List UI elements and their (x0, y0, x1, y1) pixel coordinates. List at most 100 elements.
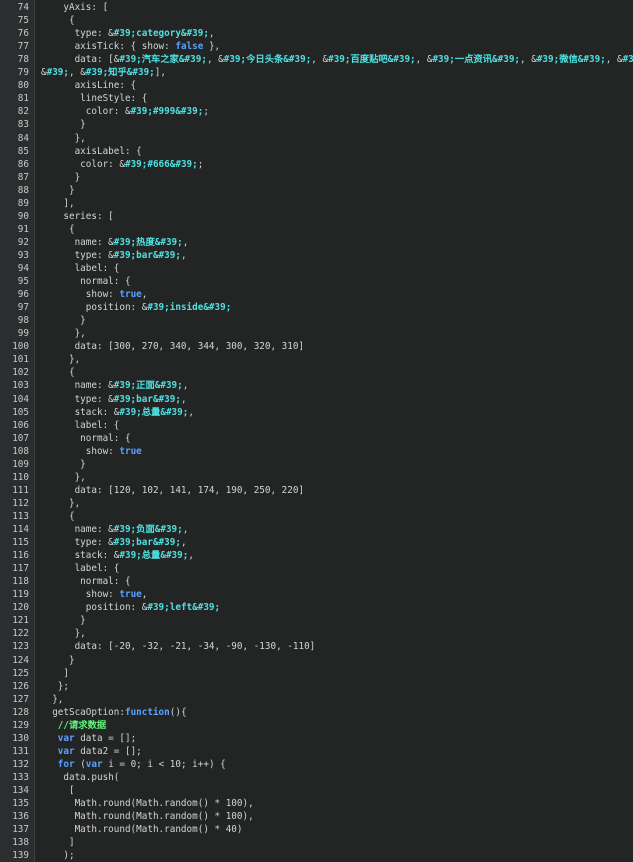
code-line[interactable]: 135 Math.round(Math.random() * 100), (0, 797, 633, 810)
code-line[interactable]: 125 ] (0, 667, 633, 680)
code-token: ], (154, 67, 166, 79)
code-line[interactable]: 137 Math.round(Math.random() * 40) (0, 823, 633, 836)
code-line[interactable]: 128 getScaOption:function(){ (0, 706, 633, 719)
code-line[interactable]: 99 }, (0, 327, 633, 340)
code-line[interactable]: 105 stack: &#39;总量&#39;, (0, 406, 633, 419)
code-line[interactable]: 130 var data = []; (0, 732, 633, 745)
code-line[interactable]: 124 } (0, 654, 633, 667)
code-text: }, (41, 693, 63, 706)
code-line[interactable]: 88 } (0, 184, 633, 197)
line-number: 122 (12, 628, 29, 640)
code-text: label: { (41, 419, 120, 432)
code-line[interactable]: 120 position: &#39;left&#39; (0, 601, 633, 614)
code-line[interactable]: 74 yAxis: [ (0, 1, 633, 14)
code-line[interactable]: 79 &#39;, &#39;知乎&#39;], (0, 66, 633, 79)
code-line[interactable]: 107 normal: { (0, 432, 633, 445)
code-line[interactable]: 121 } (0, 614, 633, 627)
line-number: 114 (12, 524, 29, 535)
code-token: false (175, 41, 204, 53)
code-line[interactable]: 96 show: true, (0, 288, 633, 301)
line-number: 139 (12, 850, 29, 862)
code-line[interactable]: 131 var data2 = []; (0, 745, 633, 758)
code-line[interactable]: 115 type: &#39;bar&#39;, (0, 536, 633, 549)
code-token: #39;left&#39; (147, 602, 221, 614)
line-number: 107 (12, 432, 29, 444)
code-line[interactable]: 110 }, (0, 471, 633, 484)
code-token: } (41, 615, 86, 627)
line-number: 101 (12, 354, 29, 366)
line-number: 80 (17, 80, 29, 92)
line-number: 136 (12, 811, 29, 823)
code-line[interactable]: 108 show: true (0, 445, 633, 458)
code-line[interactable]: 90 series: [ (0, 210, 633, 223)
code-line[interactable]: 118 normal: { (0, 575, 633, 588)
code-token: data: [120, 102, 141, 174, 190, 250, 220… (41, 484, 305, 496)
code-text: var data = []; (41, 732, 136, 745)
code-line[interactable]: 104 type: &#39;bar&#39;, (0, 393, 633, 406)
code-line[interactable]: 133 data.push( (0, 771, 633, 784)
code-line[interactable]: 139 ); (0, 849, 633, 862)
code-line[interactable]: 114 name: &#39;负面&#39;, (0, 523, 633, 536)
code-text: axisLabel: { (41, 145, 142, 158)
code-token: data.push( (41, 771, 120, 783)
code-token: stack: & (41, 406, 120, 418)
code-line[interactable]: 82 color: &#39;#999&#39;; (0, 105, 633, 118)
code-line[interactable]: 109 } (0, 458, 633, 471)
code-line[interactable]: 136 Math.round(Math.random() * 100), (0, 810, 633, 823)
code-line[interactable]: 122 }, (0, 627, 633, 640)
code-line[interactable]: 94 label: { (0, 262, 633, 275)
code-line[interactable]: 113 { (0, 510, 633, 523)
code-line[interactable]: 76 type: &#39;category&#39;, (0, 27, 633, 40)
code-line[interactable]: 77 axisTick: { show: false }, (0, 40, 633, 53)
code-token: label: { (41, 563, 120, 575)
code-text: normal: { (41, 275, 130, 288)
code-line[interactable]: 129 //请求数据 (0, 719, 633, 732)
code-line[interactable]: 85 axisLabel: { (0, 145, 633, 158)
code-line[interactable]: 116 stack: &#39;总量&#39;, (0, 549, 633, 562)
code-line[interactable]: 112 }, (0, 497, 633, 510)
code-token: ; (203, 106, 209, 118)
code-line[interactable]: 134 [ (0, 784, 633, 797)
code-line[interactable]: 127 }, (0, 693, 633, 706)
code-token: true (119, 289, 142, 301)
code-line[interactable]: 119 show: true, (0, 588, 633, 601)
code-line[interactable]: 132 for (var i = 0; i < 10; i++) { (0, 758, 633, 771)
line-number: 124 (12, 654, 29, 666)
code-line[interactable]: 78 data: [&#39;汽车之家&#39;, &#39;今日头条&#39;… (0, 53, 633, 66)
code-token: yAxis: [ (41, 2, 109, 13)
code-editor[interactable]: 74 yAxis: [75 {76 type: &#39;category&#3… (0, 0, 633, 862)
code-line[interactable]: 84 }, (0, 132, 633, 145)
code-line[interactable]: 91 { (0, 223, 633, 236)
code-line[interactable]: 106 label: { (0, 419, 633, 432)
code-text: name: &#39;负面&#39;, (41, 523, 189, 536)
code-token: , & (415, 54, 433, 66)
code-line[interactable]: 81 lineStyle: { (0, 92, 633, 105)
code-token: ] (41, 667, 69, 679)
code-text: }, (41, 327, 86, 340)
code-token: stack: & (41, 550, 120, 562)
code-line[interactable]: 83 } (0, 118, 633, 131)
code-line[interactable]: 93 type: &#39;bar&#39;, (0, 249, 633, 262)
code-line[interactable]: 80 axisLine: { (0, 79, 633, 92)
code-line[interactable]: 103 name: &#39;正面&#39;, (0, 379, 633, 392)
code-line[interactable]: 97 position: &#39;inside&#39; (0, 301, 633, 314)
code-line[interactable]: 101 }, (0, 353, 633, 366)
code-line[interactable]: 100 data: [300, 270, 340, 344, 300, 320,… (0, 340, 633, 353)
code-token: #39;category&#39; (113, 28, 209, 40)
code-line[interactable]: 138 ] (0, 836, 633, 849)
code-line[interactable]: 95 normal: { (0, 275, 633, 288)
code-line[interactable]: 75 { (0, 14, 633, 27)
code-line[interactable]: 89 ], (0, 197, 633, 210)
code-line[interactable]: 126 }; (0, 680, 633, 693)
code-line[interactable]: 92 name: &#39;热度&#39;, (0, 236, 633, 249)
code-line[interactable]: 117 label: { (0, 562, 633, 575)
code-line[interactable]: 102 { (0, 366, 633, 379)
code-line[interactable]: 111 data: [120, 102, 141, 174, 190, 250,… (0, 484, 633, 497)
code-text: }, (41, 497, 80, 510)
code-line[interactable]: 123 data: [-20, -32, -21, -34, -90, -130… (0, 640, 633, 653)
code-line[interactable]: 98 } (0, 314, 633, 327)
code-line[interactable]: 87 } (0, 171, 633, 184)
code-line[interactable]: 86 color: &#39;#666&#39;; (0, 158, 633, 171)
